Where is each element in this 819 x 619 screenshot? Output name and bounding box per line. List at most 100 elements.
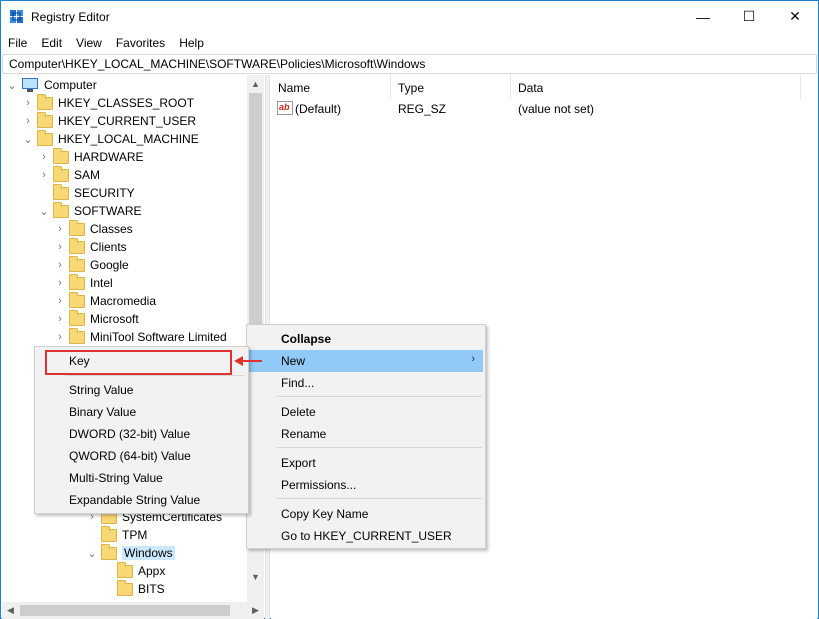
menu-edit[interactable]: Edit [34, 33, 69, 53]
tree-item-microsoft[interactable]: › Microsoft [54, 309, 139, 328]
folder-icon [69, 327, 85, 344]
chevron-right-icon[interactable]: › [38, 148, 50, 166]
column-header-data[interactable]: Data [511, 75, 801, 99]
value-data: (value not set) [518, 102, 595, 116]
scroll-left-icon[interactable]: ◀ [2, 602, 19, 619]
submenu-item-binary-value[interactable]: Binary Value [37, 401, 246, 423]
minimize-icon: — [696, 8, 710, 25]
tree-item-appx[interactable]: Appx [102, 561, 165, 580]
menu-item-new[interactable]: New › [249, 350, 483, 372]
menu-item-goto-hkcu[interactable]: Go to HKEY_CURRENT_USER [249, 525, 483, 547]
submenu-item-string-value[interactable]: String Value [37, 379, 246, 401]
menu-separator [277, 447, 482, 448]
chevron-down-icon[interactable]: ⌄ [22, 130, 34, 148]
chevron-right-icon[interactable]: › [54, 238, 66, 256]
tree-item-intel[interactable]: › Intel [54, 273, 113, 292]
tree-item-label: HKEY_LOCAL_MACHINE [58, 132, 199, 146]
tree-item-computer[interactable]: ⌄ Computer [6, 76, 97, 94]
tree-item-hkey-current-user[interactable]: › HKEY_CURRENT_USER [22, 111, 196, 130]
tree-item-hkey-local-machine[interactable]: ⌄ HKEY_LOCAL_MACHINE [22, 129, 199, 148]
menu-favorites[interactable]: Favorites [109, 33, 172, 53]
folder-icon [53, 183, 69, 200]
tree-item-label: SAM [74, 168, 101, 182]
folder-icon [117, 561, 133, 578]
window-title: Registry Editor [31, 10, 110, 24]
folder-icon [69, 255, 85, 272]
submenu-item-expandable-string-value[interactable]: Expandable String Value [37, 489, 246, 511]
folder-icon [69, 273, 85, 290]
scroll-up-icon[interactable]: ▲ [247, 75, 264, 92]
title-bar[interactable]: Registry Editor — ☐ ✕ [1, 1, 818, 32]
menu-separator [277, 396, 482, 397]
folder-icon [37, 111, 53, 128]
folder-icon [37, 129, 53, 146]
chevron-down-icon[interactable]: ⌄ [6, 76, 18, 94]
chevron-right-icon[interactable]: › [54, 310, 66, 328]
context-menu: Collapse New › Find... Delete Rename Exp… [246, 324, 486, 549]
folder-icon [69, 309, 85, 326]
tree-item-security[interactable]: SECURITY [38, 183, 135, 202]
chevron-right-icon[interactable]: › [54, 292, 66, 310]
menu-item-rename[interactable]: Rename [249, 423, 483, 445]
folder-icon [69, 291, 85, 308]
column-header-name[interactable]: Name [271, 75, 391, 99]
scroll-thumb[interactable] [20, 605, 230, 616]
address-bar[interactable]: Computer\HKEY_LOCAL_MACHINE\SOFTWARE\Pol… [2, 54, 817, 74]
close-icon: ✕ [789, 8, 801, 24]
menu-item-find[interactable]: Find... [249, 372, 483, 394]
chevron-down-icon[interactable]: ⌄ [38, 202, 50, 220]
submenu-item-dword-value[interactable]: DWORD (32-bit) Value [37, 423, 246, 445]
chevron-right-icon[interactable]: › [54, 220, 66, 238]
chevron-right-icon[interactable]: › [54, 274, 66, 292]
column-header-type[interactable]: Type [391, 75, 511, 99]
menu-file[interactable]: File [1, 33, 34, 53]
tree-item-sam[interactable]: › SAM [38, 165, 101, 184]
red-arrow-icon [234, 356, 262, 366]
tree-item-label: Macromedia [90, 294, 157, 308]
string-value-icon: ab [277, 101, 293, 115]
menu-item-delete[interactable]: Delete [249, 401, 483, 423]
chevron-down-icon[interactable]: ⌄ [86, 544, 98, 562]
tree-item-clients[interactable]: › Clients [54, 237, 127, 256]
minimize-button[interactable]: — [680, 1, 726, 32]
scroll-right-icon[interactable]: ▶ [247, 602, 264, 619]
close-button[interactable]: ✕ [772, 1, 818, 32]
tree-item-hkey-classes-root[interactable]: › HKEY_CLASSES_ROOT [22, 93, 194, 112]
menu-separator [277, 498, 482, 499]
tree-horizontal-scrollbar[interactable]: ◀ ▶ [2, 602, 264, 619]
tree-item-macromedia[interactable]: › Macromedia [54, 291, 157, 310]
menu-item-permissions[interactable]: Permissions... [249, 474, 483, 496]
tree-item-windows[interactable]: ⌄ Windows [86, 543, 175, 562]
tree-item-classes[interactable]: › Classes [54, 219, 133, 238]
tree-item-google[interactable]: › Google [54, 255, 129, 274]
list-header: Name Type Data [271, 75, 817, 99]
chevron-right-icon[interactable]: › [22, 94, 34, 112]
chevron-right-icon[interactable]: › [38, 166, 50, 184]
menu-item-copy-key-name[interactable]: Copy Key Name [249, 503, 483, 525]
tree-item-label: SECURITY [74, 186, 135, 200]
menu-bar: File Edit View Favorites Help [1, 33, 818, 53]
menu-view[interactable]: View [69, 33, 109, 53]
tree-item-minitool[interactable]: › MiniTool Software Limited [54, 327, 227, 346]
menu-item-collapse[interactable]: Collapse [249, 328, 483, 350]
maximize-button[interactable]: ☐ [726, 1, 772, 32]
chevron-right-icon[interactable]: › [22, 112, 34, 130]
tree-item-tpm[interactable]: TPM [86, 525, 147, 544]
chevron-right-icon[interactable]: › [54, 256, 66, 274]
tree-item-label: Computer [44, 78, 97, 92]
table-row[interactable]: ab (Default) REG_SZ (value not set) [271, 100, 817, 118]
tree-item-software[interactable]: ⌄ SOFTWARE [38, 201, 142, 220]
scroll-down-icon[interactable]: ▼ [247, 568, 264, 585]
chevron-right-icon: › [471, 353, 475, 365]
scroll-thumb[interactable] [249, 93, 262, 353]
tree-item-hardware[interactable]: › HARDWARE [38, 147, 144, 166]
menu-item-export[interactable]: Export [249, 452, 483, 474]
folder-icon [101, 543, 117, 560]
submenu-item-qword-value[interactable]: QWORD (64-bit) Value [37, 445, 246, 467]
tree-item-bits[interactable]: BITS [102, 579, 165, 598]
chevron-right-icon[interactable]: › [54, 328, 66, 346]
submenu-item-multi-string-value[interactable]: Multi-String Value [37, 467, 246, 489]
menu-help[interactable]: Help [172, 33, 211, 53]
